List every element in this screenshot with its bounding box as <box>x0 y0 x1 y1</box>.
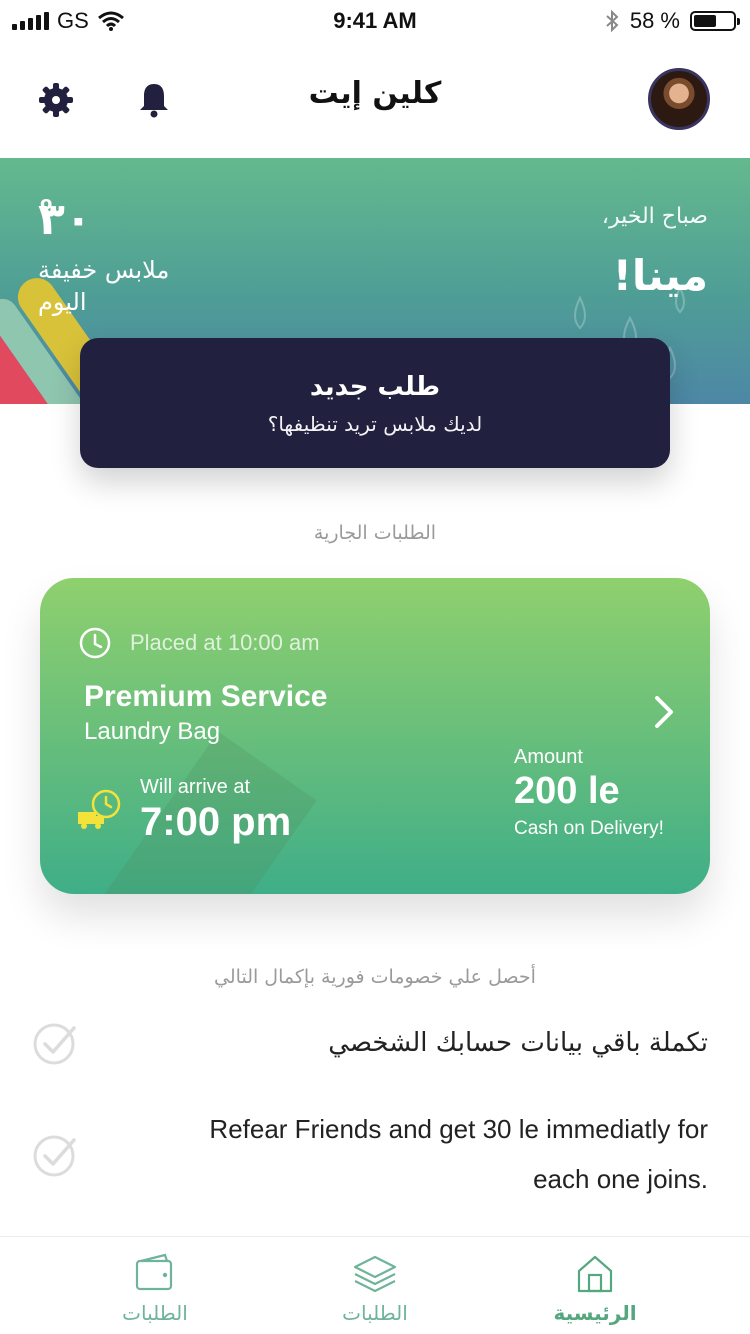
clock-icon <box>79 627 111 659</box>
task-complete-profile[interactable]: تكملة باقي بيانات حسابك الشخصي <box>0 1012 750 1076</box>
battery-level <box>694 15 717 27</box>
wallet-icon <box>135 1253 173 1291</box>
task-text-line2: each one joins. <box>533 1164 708 1194</box>
app-title: كلين إيت <box>308 76 442 111</box>
discounts-label: أحصل علي خصومات فورية بإكمال التالي <box>214 966 536 988</box>
app-header: كلين إيت <box>0 40 750 158</box>
tab-label: الطلبات <box>122 1301 188 1325</box>
weather-widget: o ٣٠ ملابس خفيفة اليوم <box>38 193 208 318</box>
check-circle-icon <box>33 1023 76 1065</box>
tab-label: الطلبات <box>342 1301 408 1325</box>
tab-home[interactable]: الرئيسية <box>515 1237 675 1334</box>
battery-percent: 58 % <box>629 8 680 33</box>
weather-text: ملابس خفيفة اليوم <box>38 256 170 316</box>
degree-symbol: o <box>40 193 53 214</box>
bluetooth-icon <box>606 9 619 33</box>
temperature: o ٣٠ <box>38 193 208 242</box>
new-order-button[interactable]: طلب جديد لديك ملابس تريد تنظيفها؟ <box>80 338 670 468</box>
greeting-text: صباح الخير، <box>601 204 708 229</box>
home-icon <box>577 1255 613 1293</box>
amount-label: Amount <box>514 746 583 768</box>
payment-method: Cash on Delivery! <box>514 818 664 839</box>
tab-orders[interactable]: الطلبات <box>295 1237 455 1334</box>
task-text-line1: Refear Friends and get 30 le immediatly … <box>209 1114 708 1144</box>
current-orders-label: الطلبات الجارية <box>313 522 437 544</box>
tab-wallet[interactable]: الطلبات <box>75 1237 235 1334</box>
current-order-card[interactable]: Placed at 10:00 am Premium Service Laund… <box>40 578 710 894</box>
order-type: Laundry Bag <box>84 718 221 745</box>
delivery-truck-icon <box>78 789 121 829</box>
user-avatar[interactable] <box>648 68 710 130</box>
user-name: مينا! <box>612 251 708 300</box>
battery-icon <box>690 11 740 31</box>
task-refer-friends[interactable]: Refear Friends and get 30 le immediatly … <box>0 1104 750 1204</box>
order-placed-time: Placed at 10:00 am <box>130 630 320 655</box>
status-bar: GS 9:41 AM 58 % <box>0 0 750 40</box>
new-order-subtitle: لديك ملابس تريد تنظيفها؟ <box>267 412 483 436</box>
amount-value: 200 le <box>514 770 620 812</box>
task-text: تكملة باقي بيانات حسابك الشخصي <box>328 1028 708 1058</box>
greeting-block: صباح الخير، مينا! <box>602 204 708 300</box>
new-order-title: طلب جديد <box>309 372 441 402</box>
chevron-right-icon[interactable] <box>652 694 676 730</box>
check-circle-icon <box>33 1135 76 1177</box>
order-service: Premium Service <box>84 680 328 713</box>
arrival-time: 7:00 pm <box>140 800 292 844</box>
layers-icon <box>353 1255 397 1293</box>
tab-label: الرئيسية <box>553 1301 637 1325</box>
status-right: 58 % <box>604 8 740 34</box>
bottom-tab-bar: الطلبات الطلبات الرئيسية <box>0 1236 750 1334</box>
arrival-label: Will arrive at <box>140 776 251 798</box>
